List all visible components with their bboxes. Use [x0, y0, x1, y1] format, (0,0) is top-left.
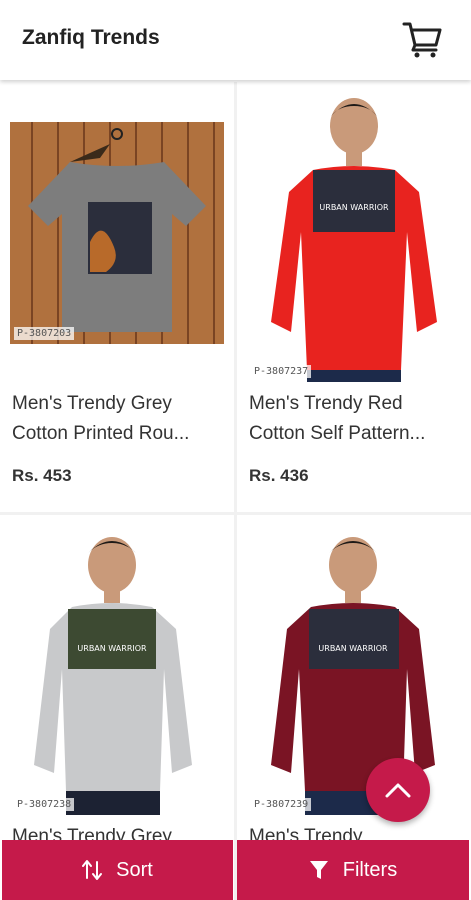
sort-button[interactable]: Sort — [2, 840, 233, 900]
product-card[interactable]: P-3807203 Men's Trendy Grey Cotton Print… — [0, 82, 234, 512]
product-code: P-3807239 — [251, 798, 312, 811]
sort-label: Sort — [116, 858, 153, 881]
product-card[interactable]: URBAN WARRIOR P-3807237 Men's Trendy Red… — [237, 82, 471, 512]
bottom-action-bar: Sort Filters — [0, 840, 471, 900]
filter-icon — [309, 861, 328, 879]
filters-label: Filters — [342, 858, 398, 881]
product-code: P-3807238 — [14, 798, 75, 811]
cart-icon[interactable] — [402, 20, 442, 58]
product-price: Rs. 453 — [12, 466, 72, 485]
product-image[interactable]: URBAN WARRIOR P-3807239 — [247, 525, 461, 815]
product-code: P-3807203 — [14, 327, 75, 340]
product-image[interactable]: P-3807203 — [10, 122, 224, 344]
product-name[interactable]: Men's Trendy Grey Cotton Printed Rou... — [12, 389, 226, 449]
page-title: Zanfiq Trends — [22, 26, 160, 49]
shirt-print-text: URBAN WARRIOR — [319, 203, 389, 212]
filters-button[interactable]: Filters — [237, 840, 469, 900]
scroll-to-top-button[interactable] — [366, 758, 430, 822]
product-image[interactable]: URBAN WARRIOR P-3807238 — [10, 525, 224, 815]
shirt-print-text: URBAN WARRIOR — [318, 644, 388, 653]
sort-icon — [82, 860, 103, 880]
product-name[interactable]: Men's Trendy Red Cotton Self Pattern... — [249, 389, 463, 449]
chevron-up-icon — [385, 783, 411, 798]
app-header: Zanfiq Trends — [0, 0, 471, 80]
product-image[interactable]: URBAN WARRIOR P-3807237 — [247, 92, 461, 382]
product-code: P-3807237 — [251, 365, 312, 378]
product-price: Rs. 436 — [249, 466, 309, 485]
shirt-print-text: URBAN WARRIOR — [77, 644, 147, 653]
